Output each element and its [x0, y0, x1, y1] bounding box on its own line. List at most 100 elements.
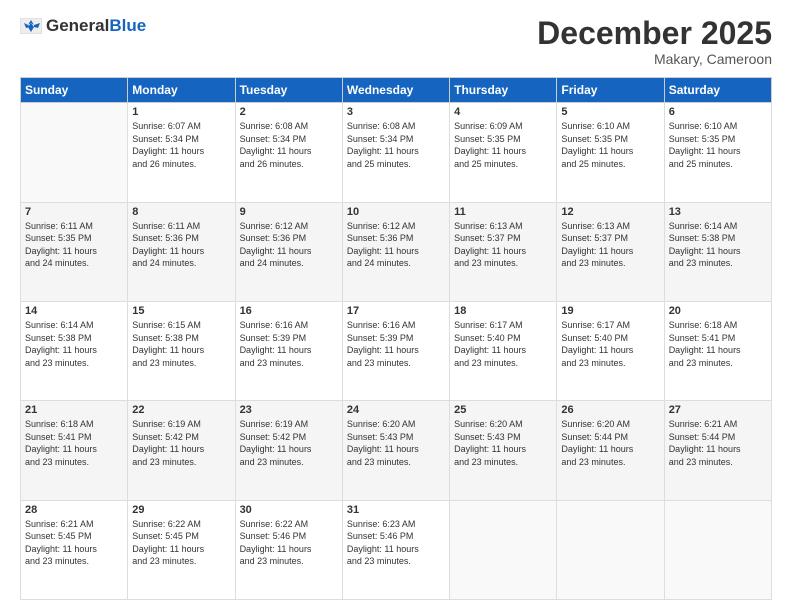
day-number: 31 — [347, 504, 445, 516]
location: Makary, Cameroon — [537, 51, 772, 67]
day-number: 25 — [454, 404, 552, 416]
day-number: 9 — [240, 206, 338, 218]
logo: GeneralBlue — [20, 16, 146, 36]
day-info: Sunrise: 6:18 AMSunset: 5:41 PMDaylight:… — [25, 418, 123, 468]
day-number: 17 — [347, 305, 445, 317]
day-number: 4 — [454, 106, 552, 118]
table-row: 10Sunrise: 6:12 AMSunset: 5:36 PMDayligh… — [342, 202, 449, 301]
day-number: 14 — [25, 305, 123, 317]
day-number: 16 — [240, 305, 338, 317]
day-info: Sunrise: 6:09 AMSunset: 5:35 PMDaylight:… — [454, 120, 552, 170]
table-row — [450, 500, 557, 599]
title-block: December 2025 Makary, Cameroon — [537, 16, 772, 67]
table-row: 19 Sunrise: 6:17 AMSunset: 5:40 PMDayligh… — [557, 301, 664, 400]
table-row: 14 Sunrise: 6:14 AMSunset: 5:38 PMDayligh… — [21, 301, 128, 400]
calendar-week-row: 21 Sunrise: 6:18 AMSunset: 5:41 PMDayligh… — [21, 401, 772, 500]
day-info: Sunrise: 6:21 AMSunset: 5:45 PMDaylight:… — [25, 518, 123, 568]
day-info: Sunrise: 6:07 AMSunset: 5:34 PMDaylight:… — [132, 120, 230, 170]
day-number: 26 — [561, 404, 659, 416]
day-number: 30 — [240, 504, 338, 516]
day-info: Sunrise: 6:17 AMSunset: 5:40 PMDaylight:… — [454, 319, 552, 369]
day-number: 7 — [25, 206, 123, 218]
table-row: 3 Sunrise: 6:08 AMSunset: 5:34 PMDaylight… — [342, 103, 449, 202]
day-number: 21 — [25, 404, 123, 416]
table-row: 24Sunrise: 6:20 AMSunset: 5:43 PMDayligh… — [342, 401, 449, 500]
table-row: 25 Sunrise: 6:20 AMSunset: 5:43 PMDayligh… — [450, 401, 557, 500]
day-number: 10 — [347, 206, 445, 218]
calendar-week-row: 14 Sunrise: 6:14 AMSunset: 5:38 PMDayligh… — [21, 301, 772, 400]
day-info: Sunrise: 6:14 AMSunset: 5:38 PMDaylight:… — [669, 220, 767, 270]
day-number: 12 — [561, 206, 659, 218]
table-row: 16 Sunrise: 6:16 AMSunset: 5:39 PMDayligh… — [235, 301, 342, 400]
day-number: 8 — [132, 206, 230, 218]
day-number: 29 — [132, 504, 230, 516]
logo-blue: Blue — [109, 16, 146, 35]
month-title: December 2025 — [537, 16, 772, 51]
day-info: Sunrise: 6:21 AMSunset: 5:44 PMDaylight:… — [669, 418, 767, 468]
day-info: Sunrise: 6:14 AMSunset: 5:38 PMDaylight:… — [25, 319, 123, 369]
day-info: Sunrise: 6:17 AMSunset: 5:40 PMDaylight:… — [561, 319, 659, 369]
day-number: 28 — [25, 504, 123, 516]
day-info: Sunrise: 6:19 AMSunset: 5:42 PMDaylight:… — [240, 418, 338, 468]
table-row: 5 Sunrise: 6:10 AMSunset: 5:35 PMDaylight… — [557, 103, 664, 202]
day-number: 18 — [454, 305, 552, 317]
calendar-week-row: 1 Sunrise: 6:07 AMSunset: 5:34 PMDaylight… — [21, 103, 772, 202]
col-sunday: Sunday — [21, 78, 128, 103]
day-info: Sunrise: 6:13 AMSunset: 5:37 PMDaylight:… — [561, 220, 659, 270]
day-number: 13 — [669, 206, 767, 218]
day-number: 2 — [240, 106, 338, 118]
calendar-table: Sunday Monday Tuesday Wednesday Thursday… — [20, 77, 772, 600]
day-info: Sunrise: 6:20 AMSunset: 5:44 PMDaylight:… — [561, 418, 659, 468]
table-row — [557, 500, 664, 599]
day-info: Sunrise: 6:10 AMSunset: 5:35 PMDaylight:… — [669, 120, 767, 170]
table-row: 9 Sunrise: 6:12 AMSunset: 5:36 PMDaylight… — [235, 202, 342, 301]
table-row: 27 Sunrise: 6:21 AMSunset: 5:44 PMDayligh… — [664, 401, 771, 500]
table-row: 4 Sunrise: 6:09 AMSunset: 5:35 PMDaylight… — [450, 103, 557, 202]
table-row: 20Sunrise: 6:18 AMSunset: 5:41 PMDayligh… — [664, 301, 771, 400]
day-info: Sunrise: 6:08 AMSunset: 5:34 PMDaylight:… — [240, 120, 338, 170]
day-info: Sunrise: 6:16 AMSunset: 5:39 PMDaylight:… — [240, 319, 338, 369]
day-number: 3 — [347, 106, 445, 118]
day-info: Sunrise: 6:12 AMSunset: 5:36 PMDaylight:… — [240, 220, 338, 270]
logo-icon — [20, 18, 42, 34]
table-row: 2 Sunrise: 6:08 AMSunset: 5:34 PMDaylight… — [235, 103, 342, 202]
table-row: 28 Sunrise: 6:21 AMSunset: 5:45 PMDayligh… — [21, 500, 128, 599]
table-row: 31 Sunrise: 6:23 AMSunset: 5:46 PMDayligh… — [342, 500, 449, 599]
day-number: 24 — [347, 404, 445, 416]
day-info: Sunrise: 6:22 AMSunset: 5:46 PMDaylight:… — [240, 518, 338, 568]
col-wednesday: Wednesday — [342, 78, 449, 103]
day-number: 6 — [669, 106, 767, 118]
day-number: 11 — [454, 206, 552, 218]
day-info: Sunrise: 6:19 AMSunset: 5:42 PMDaylight:… — [132, 418, 230, 468]
header: GeneralBlue December 2025 Makary, Camero… — [20, 16, 772, 67]
table-row — [21, 103, 128, 202]
logo-text: GeneralBlue — [46, 16, 146, 36]
col-monday: Monday — [128, 78, 235, 103]
day-info: Sunrise: 6:20 AMSunset: 5:43 PMDaylight:… — [454, 418, 552, 468]
col-tuesday: Tuesday — [235, 78, 342, 103]
col-thursday: Thursday — [450, 78, 557, 103]
day-info: Sunrise: 6:11 AMSunset: 5:35 PMDaylight:… — [25, 220, 123, 270]
day-number: 1 — [132, 106, 230, 118]
day-number: 23 — [240, 404, 338, 416]
day-info: Sunrise: 6:23 AMSunset: 5:46 PMDaylight:… — [347, 518, 445, 568]
calendar-week-row: 28 Sunrise: 6:21 AMSunset: 5:45 PMDayligh… — [21, 500, 772, 599]
day-number: 19 — [561, 305, 659, 317]
col-saturday: Saturday — [664, 78, 771, 103]
day-info: Sunrise: 6:10 AMSunset: 5:35 PMDaylight:… — [561, 120, 659, 170]
header-row: Sunday Monday Tuesday Wednesday Thursday… — [21, 78, 772, 103]
table-row: 21 Sunrise: 6:18 AMSunset: 5:41 PMDayligh… — [21, 401, 128, 500]
table-row: 18 Sunrise: 6:17 AMSunset: 5:40 PMDayligh… — [450, 301, 557, 400]
table-row: 8Sunrise: 6:11 AMSunset: 5:36 PMDaylight… — [128, 202, 235, 301]
day-info: Sunrise: 6:13 AMSunset: 5:37 PMDaylight:… — [454, 220, 552, 270]
day-number: 5 — [561, 106, 659, 118]
day-info: Sunrise: 6:22 AMSunset: 5:45 PMDaylight:… — [132, 518, 230, 568]
calendar-week-row: 7 Sunrise: 6:11 AMSunset: 5:35 PMDaylight… — [21, 202, 772, 301]
table-row — [664, 500, 771, 599]
table-row: 11 Sunrise: 6:13 AMSunset: 5:37 PMDayligh… — [450, 202, 557, 301]
table-row: 29 Sunrise: 6:22 AMSunset: 5:45 PMDayligh… — [128, 500, 235, 599]
day-info: Sunrise: 6:08 AMSunset: 5:34 PMDaylight:… — [347, 120, 445, 170]
day-info: Sunrise: 6:18 AMSunset: 5:41 PMDaylight:… — [669, 319, 767, 369]
table-row: 13 Sunrise: 6:14 AMSunset: 5:38 PMDayligh… — [664, 202, 771, 301]
day-number: 27 — [669, 404, 767, 416]
